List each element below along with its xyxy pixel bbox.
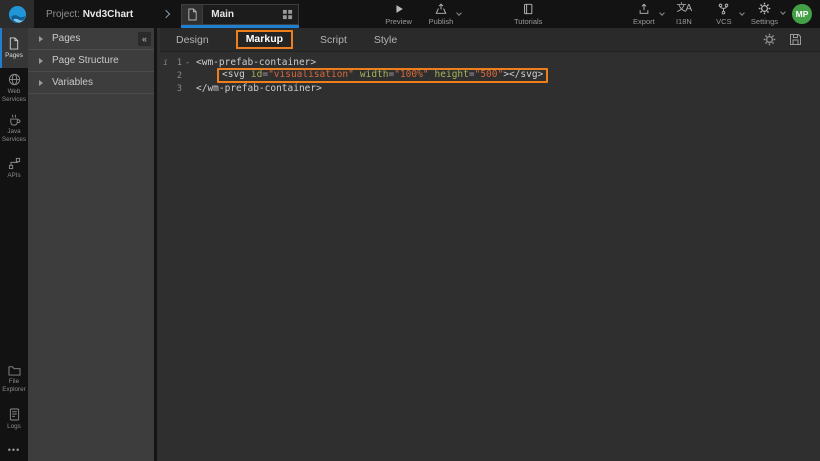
- publish-button[interactable]: Publish: [428, 3, 454, 26]
- page-file-icon: [182, 5, 203, 24]
- panel-section-page-structure[interactable]: Page Structure: [28, 50, 154, 72]
- folder-icon: [8, 365, 21, 376]
- code-token-attr: width: [360, 69, 389, 80]
- coffee-cup-icon: [8, 113, 21, 126]
- svg-line-annotation-highlight: <svgid="visualisation"width="100%"height…: [217, 68, 548, 84]
- line-number: 3: [171, 84, 182, 94]
- wavemaker-logo[interactable]: [0, 0, 34, 28]
- left-sidebar: Pages Web Services Java Services APIs: [0, 28, 28, 461]
- project-name: Nvd3Chart: [83, 9, 134, 20]
- project-title: Project: Nvd3Chart: [46, 9, 133, 20]
- active-page-indicator: [181, 25, 299, 28]
- code-token-tag: ></svg>: [503, 69, 543, 80]
- tab-script[interactable]: Script: [320, 34, 347, 46]
- pages-icon: [8, 37, 20, 50]
- tab-design[interactable]: Design: [176, 34, 209, 46]
- code-line-3: 3 </wm-prefab-container>: [160, 82, 820, 95]
- markup-code-editor[interactable]: i 1 - <wm-prefab-container> 2 <svgid="vi…: [160, 52, 820, 95]
- code-token-string: "500": [475, 69, 504, 80]
- editor-area: Design Markup Script Style: [160, 28, 820, 461]
- code-token-tag: <wm-prefab-container>: [196, 57, 316, 68]
- sidebar-item-pages[interactable]: Pages: [0, 28, 28, 68]
- user-avatar[interactable]: MP: [792, 4, 812, 24]
- topbar-right-actions: Export 文A I18N VCS: [631, 2, 820, 26]
- code-token-attr: height: [435, 69, 469, 80]
- connector-icon: [8, 157, 21, 170]
- code-token-string: "visualisation": [268, 69, 354, 80]
- top-bar: Project: Nvd3Chart Main Preview: [0, 0, 820, 28]
- chevron-down-icon: [780, 9, 786, 15]
- gear-icon: [758, 2, 771, 15]
- translate-icon: 文A: [677, 2, 692, 15]
- gutter-info-marker: i: [160, 58, 171, 67]
- settings-button[interactable]: Settings: [751, 2, 778, 26]
- publish-icon: [434, 3, 448, 15]
- code-token-tag: </wm-prefab-container>: [196, 83, 322, 94]
- i18n-button[interactable]: 文A I18N: [671, 2, 697, 26]
- triangle-right-icon: [39, 80, 43, 86]
- chevron-down-icon: [456, 10, 462, 16]
- code-line-2: 2 <svgid="visualisation"width="100%"heig…: [160, 69, 820, 82]
- code-token-string: "100%": [394, 69, 428, 80]
- editor-settings-gear-icon[interactable]: [763, 33, 776, 46]
- chevron-right-icon[interactable]: [162, 10, 170, 18]
- line-number: 2: [171, 71, 182, 81]
- page-tab-label: Main: [203, 9, 282, 20]
- sidebar-item-logs[interactable]: Logs: [0, 399, 28, 439]
- save-icon[interactable]: [789, 33, 802, 46]
- panel-section-pages[interactable]: Pages: [28, 28, 154, 50]
- sidebar-item-apis[interactable]: APIs: [0, 148, 28, 188]
- vcs-button[interactable]: VCS: [711, 3, 737, 26]
- export-button[interactable]: Export: [631, 3, 657, 26]
- code-token-tag: <svg: [222, 69, 245, 80]
- collapse-panel-button[interactable]: «: [138, 32, 151, 46]
- sidebar-item-java-services[interactable]: Java Services: [0, 108, 28, 148]
- page-tab-main[interactable]: Main: [181, 4, 299, 25]
- tutorials-button[interactable]: Tutorials: [514, 3, 542, 26]
- chevron-down-icon: [739, 10, 745, 16]
- panel-section-variables[interactable]: Variables: [28, 72, 154, 94]
- document-icon: [9, 408, 20, 421]
- tutorials-icon: [522, 3, 534, 15]
- tab-style[interactable]: Style: [374, 34, 397, 46]
- play-icon: [393, 3, 405, 15]
- editor-tab-bar: Design Markup Script Style: [160, 28, 820, 52]
- code-token-attr: id: [251, 69, 262, 80]
- sidebar-item-file-explorer[interactable]: File Explorer: [0, 359, 28, 399]
- wavemaker-logo-icon: [8, 5, 27, 24]
- sidebar-spacer: [0, 188, 28, 359]
- tab-markup[interactable]: Markup: [236, 30, 293, 49]
- line-number: 1: [171, 58, 182, 68]
- pages-panel: Pages Page Structure Variables «: [28, 28, 157, 461]
- sidebar-item-web-services[interactable]: Web Services: [0, 68, 28, 108]
- export-icon: [638, 3, 650, 15]
- sidebar-more-button[interactable]: •••: [0, 439, 28, 461]
- triangle-right-icon: [39, 36, 43, 42]
- globe-icon: [8, 73, 21, 86]
- topbar-center-actions: Preview Publish Tutorials: [385, 3, 542, 26]
- fold-toggle[interactable]: -: [182, 58, 193, 68]
- grid-icon[interactable]: [282, 9, 293, 20]
- branch-icon: [717, 3, 730, 15]
- triangle-right-icon: [39, 58, 43, 64]
- chevron-down-icon: [659, 10, 665, 16]
- editor-toolbar-icons: [763, 33, 820, 46]
- preview-button[interactable]: Preview: [385, 3, 412, 26]
